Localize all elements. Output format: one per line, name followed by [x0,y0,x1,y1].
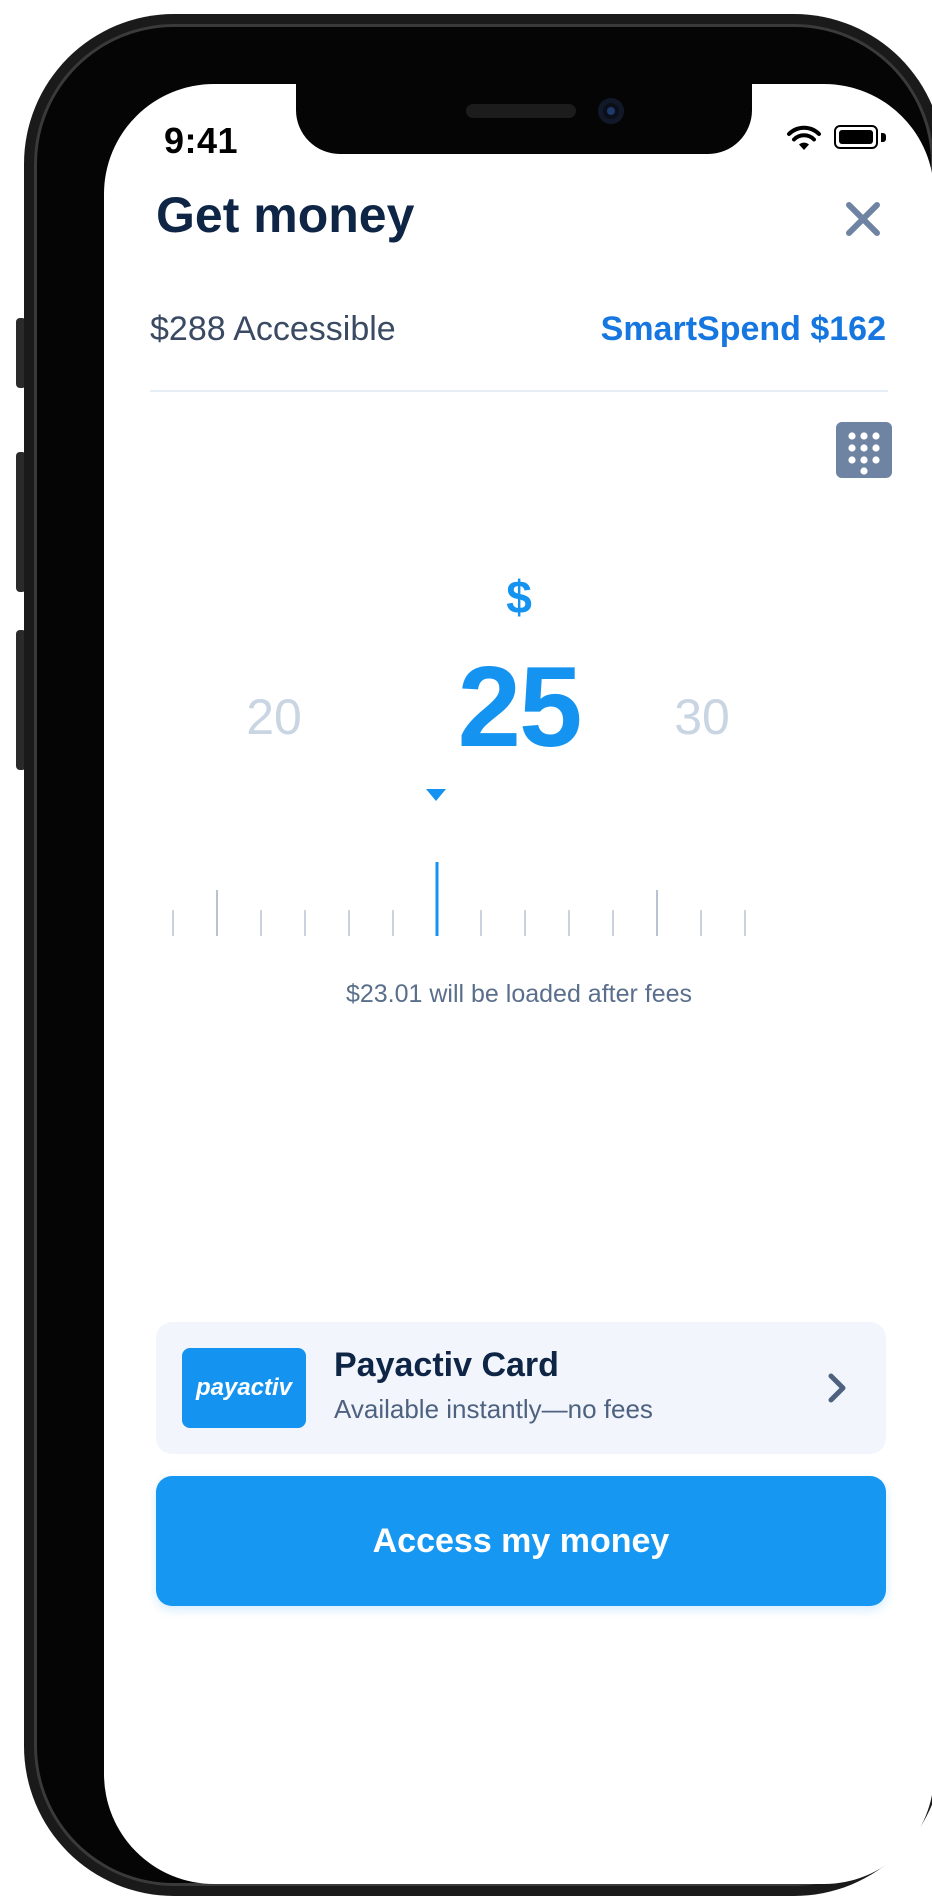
payment-method-subtitle: Available instantly—no fees [334,1394,653,1424]
currency-symbol: $ [506,571,532,623]
fees-note: $23.01 will be loaded after fees [345,980,693,1008]
amount-option-next[interactable]: 30 [632,688,772,746]
close-icon[interactable] [840,196,886,242]
caret-down-icon [426,789,446,801]
status-icons [786,124,886,152]
wifi-icon [787,125,821,150]
status-time: 9:41 [164,120,239,161]
notch [296,84,752,154]
phone-screen: 9:41 Get money $288 Accessible SmartSpen… [104,84,932,1884]
payment-method-card[interactable]: payactiv Payactiv Card Available instant… [156,1322,886,1454]
speaker-grille [466,104,576,118]
payactiv-logo: payactiv [182,1348,306,1428]
phone-frame: 9:41 Get money $288 Accessible SmartSpen… [24,14,932,1896]
page-title: Get money [156,187,415,243]
payment-method-title: Payactiv Card [334,1346,559,1384]
smartspend-link[interactable]: SmartSpend $162 [601,310,886,349]
chevron-right-icon [828,1373,846,1403]
amount-slider-ruler[interactable] [104,854,932,974]
phone-bezel: 9:41 Get money $288 Accessible SmartSpen… [34,24,932,1886]
keypad-icon[interactable] [836,422,892,478]
battery-icon [834,125,886,151]
accessible-balance: $288 Accessible [150,310,396,348]
access-money-button[interactable]: Access my money [156,1476,886,1606]
amount-selected: 25 [457,644,583,771]
front-camera [598,98,624,124]
divider [150,390,888,392]
